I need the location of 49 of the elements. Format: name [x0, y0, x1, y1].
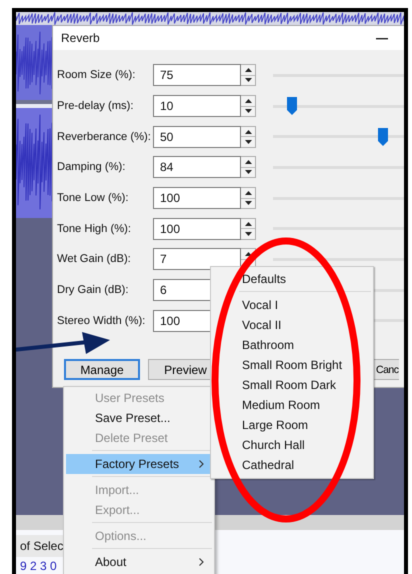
up-arrow-icon [244, 68, 252, 72]
menu-item[interactable]: Church Hall [213, 435, 371, 455]
number-field[interactable]: 75 [153, 64, 241, 86]
field-label: Reverberance (%): [57, 130, 152, 143]
down-arrow-icon [244, 78, 252, 82]
spin-control[interactable] [241, 126, 256, 148]
menu-item[interactable]: Factory Presets [66, 454, 212, 474]
number-field[interactable]: 100 [153, 218, 241, 240]
slider-thumb[interactable] [286, 97, 297, 116]
up-arrow-icon [244, 160, 252, 164]
down-arrow-icon [244, 201, 252, 206]
number-field[interactable]: 10 [153, 95, 241, 118]
dialog-button[interactable]: Canc [373, 359, 399, 380]
field-label: Wet Gain (dB): [57, 253, 132, 266]
up-arrow-icon [244, 191, 252, 196]
menu-item[interactable]: Large Room [213, 415, 371, 435]
up-arrow-icon [244, 99, 252, 104]
up-arrow-icon [244, 130, 252, 134]
slider-thumb[interactable] [378, 128, 388, 146]
dialog-button[interactable]: Manage [64, 359, 140, 380]
field-label: Tone High (%): [57, 222, 132, 235]
minimize-icon[interactable] [376, 38, 388, 40]
down-arrow-icon [244, 232, 252, 236]
down-arrow-icon [244, 140, 252, 144]
down-arrow-icon [244, 170, 252, 174]
spin-control[interactable] [241, 187, 256, 210]
menu-item[interactable]: Bathroom [213, 335, 371, 355]
menu-item[interactable]: Cathedral [213, 455, 371, 475]
number-field[interactable]: 100 [153, 187, 241, 210]
field-label: Damping (%): [57, 161, 126, 174]
spin-control[interactable] [241, 64, 256, 86]
spin-control[interactable] [241, 95, 256, 118]
field-label: Pre-delay (ms): [57, 100, 134, 112]
spin-control[interactable] [241, 156, 256, 178]
field-label: Dry Gain (dB): [57, 284, 130, 296]
window-title: Reverb [61, 31, 100, 45]
menu-item[interactable]: About [66, 552, 212, 572]
field-label: Tone Low (%): [57, 192, 130, 204]
number-field[interactable]: 84 [153, 156, 241, 178]
up-arrow-icon [244, 252, 252, 256]
up-arrow-icon [244, 222, 252, 226]
number-field[interactable]: 7 [153, 248, 241, 270]
spin-control[interactable] [241, 218, 256, 240]
field-label: Room Size (%): [57, 69, 136, 82]
time-digits: 9 2 3 0 [20, 559, 57, 573]
selection-label: of Selec [20, 539, 64, 553]
field-label: Stereo Width (%): [57, 314, 146, 327]
number-field[interactable]: 50 [153, 126, 241, 148]
down-arrow-icon [244, 109, 252, 114]
